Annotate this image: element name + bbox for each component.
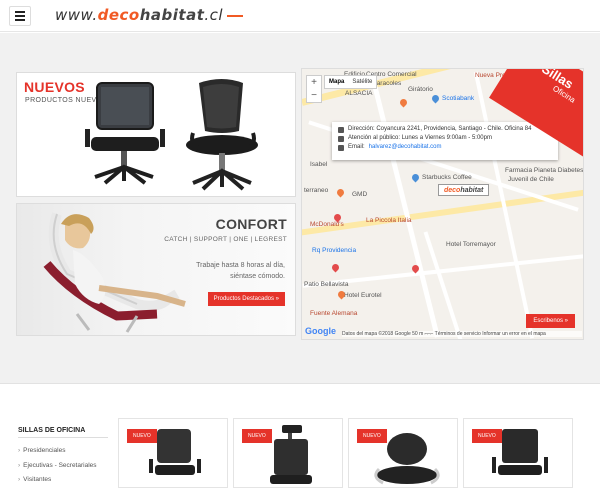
map-pin-icon — [430, 93, 441, 104]
location-map[interactable]: EdificioCentro ComercialCaracolesNueva P… — [301, 68, 584, 340]
map-type-control: Mapa Satélite — [324, 75, 378, 89]
map-pin-icon — [398, 97, 409, 108]
site-logo[interactable]: www.decohabitat.cl — [55, 6, 244, 24]
chair-thumbnail-image — [492, 429, 548, 475]
map-attribution[interactable]: Datos del mapa ©2018 Google 50 m ⌐⌐⌐ Tér… — [342, 331, 582, 337]
map-place-label: Girátorio — [408, 86, 433, 93]
confort-title: CONFORT — [215, 216, 287, 232]
google-logo: Google — [305, 326, 336, 336]
menu-toggle-button[interactable] — [9, 6, 31, 26]
email-row: Email: halvarez@decohabitat.com — [338, 143, 552, 152]
hours-text: Atención al público: Lunes a Viernes 9:0… — [348, 135, 492, 141]
email-icon — [338, 144, 344, 151]
category-link-ejecutivas[interactable]: Ejecutivas - Secretariales — [18, 462, 96, 469]
logo-habitat: habitat — [139, 6, 205, 24]
map-place-label: La Piccola Italia — [366, 217, 412, 224]
map-zoom-control: + − — [306, 75, 322, 103]
map-pin-icon — [335, 187, 346, 198]
map-place-label: terraneo — [304, 187, 329, 194]
confort-banner[interactable]: CONFORT CATCH | SUPPORT | ONE | LEGREST … — [16, 203, 296, 336]
chair-thumbnail-image — [149, 429, 201, 475]
product-card[interactable]: NUEVO — [348, 418, 458, 488]
hours-row: Atención al público: Lunes a Viernes 9:0… — [338, 134, 552, 143]
address-text: Dirección: Coyancura 2241, Providencia, … — [348, 126, 532, 132]
logo-suffix: .cl — [204, 6, 224, 24]
map-place-label: Juvenil de Chile — [508, 176, 554, 183]
logo-deco: deco — [97, 6, 140, 24]
map-place-label: Hotel Eurotel — [344, 292, 382, 299]
address-row: Dirección: Coyancura 2241, Providencia, … — [338, 125, 552, 134]
map-pin-icon — [330, 262, 341, 273]
chair-thumbnail-image — [270, 425, 312, 484]
featured-products-button[interactable]: Productos Destacados » — [207, 292, 285, 306]
category-link-presidenciales[interactable]: Presidenciales — [18, 447, 65, 454]
map-place-label: Hotel Torremayor — [446, 241, 496, 248]
zoom-in-button[interactable]: + — [307, 76, 321, 89]
product-card[interactable]: NUEVO — [233, 418, 343, 488]
hamburger-icon — [15, 15, 25, 17]
map-place-label: Rq Providencia — [312, 247, 357, 254]
category-divider — [18, 437, 108, 438]
hamburger-icon — [15, 11, 25, 13]
map-type-map-button[interactable]: Mapa — [325, 76, 348, 88]
email-label: Email: — [348, 144, 365, 150]
map-place-label: Fuente Alemana — [310, 310, 358, 317]
map-place-label: Patio Bellavista — [304, 281, 349, 288]
logo-underline — [227, 14, 244, 17]
marker-deco-text: deco — [444, 187, 461, 194]
map-place-label: McDonald's — [310, 221, 344, 228]
product-card[interactable]: NUEVO — [463, 418, 573, 488]
mesh-office-chair-image — [85, 79, 258, 191]
nuevos-banner[interactable]: NUEVOS PRODUCTOS NUEVOS — [16, 72, 296, 197]
contact-us-button[interactable]: Escribenos » — [526, 314, 575, 328]
map-info-window: × Dirección: Coyancura 2241, Providencia… — [332, 122, 558, 160]
chair-thumbnail-image — [374, 433, 440, 485]
product-card[interactable]: NUEVO — [118, 418, 228, 488]
email-link[interactable]: halvarez@decohabitat.com — [369, 143, 442, 152]
map-place-label: ALSACIA — [345, 90, 373, 97]
calendar-icon — [338, 135, 344, 142]
map-place-label: Farmacia Pianeta Diabetes — [505, 167, 584, 174]
map-place-label: Scotiabank — [442, 95, 475, 102]
top-navbar: www.decohabitat.cl — [0, 0, 600, 32]
map-type-satellite-button[interactable]: Satélite — [348, 76, 376, 88]
map-place-label: Isabel — [310, 161, 328, 168]
confort-models: CATCH | SUPPORT | ONE | LEGREST — [164, 236, 287, 243]
zoom-out-button[interactable]: − — [307, 89, 321, 102]
map-pin-icon — [410, 172, 421, 183]
hamburger-icon — [15, 19, 25, 21]
category-heading: SILLAS DE OFICINA — [18, 427, 86, 434]
map-place-label: Starbucks Coffee — [422, 174, 472, 181]
confort-description: Trabaje hasta 8 horas al día, siéntase c… — [196, 262, 285, 280]
location-pin-icon — [338, 126, 344, 133]
store-map-marker[interactable]: decohabitat — [438, 184, 490, 196]
logo-prefix: www. — [55, 6, 98, 24]
map-place-label: GMD — [352, 191, 368, 198]
marker-habitat-text: habitat — [460, 187, 484, 194]
